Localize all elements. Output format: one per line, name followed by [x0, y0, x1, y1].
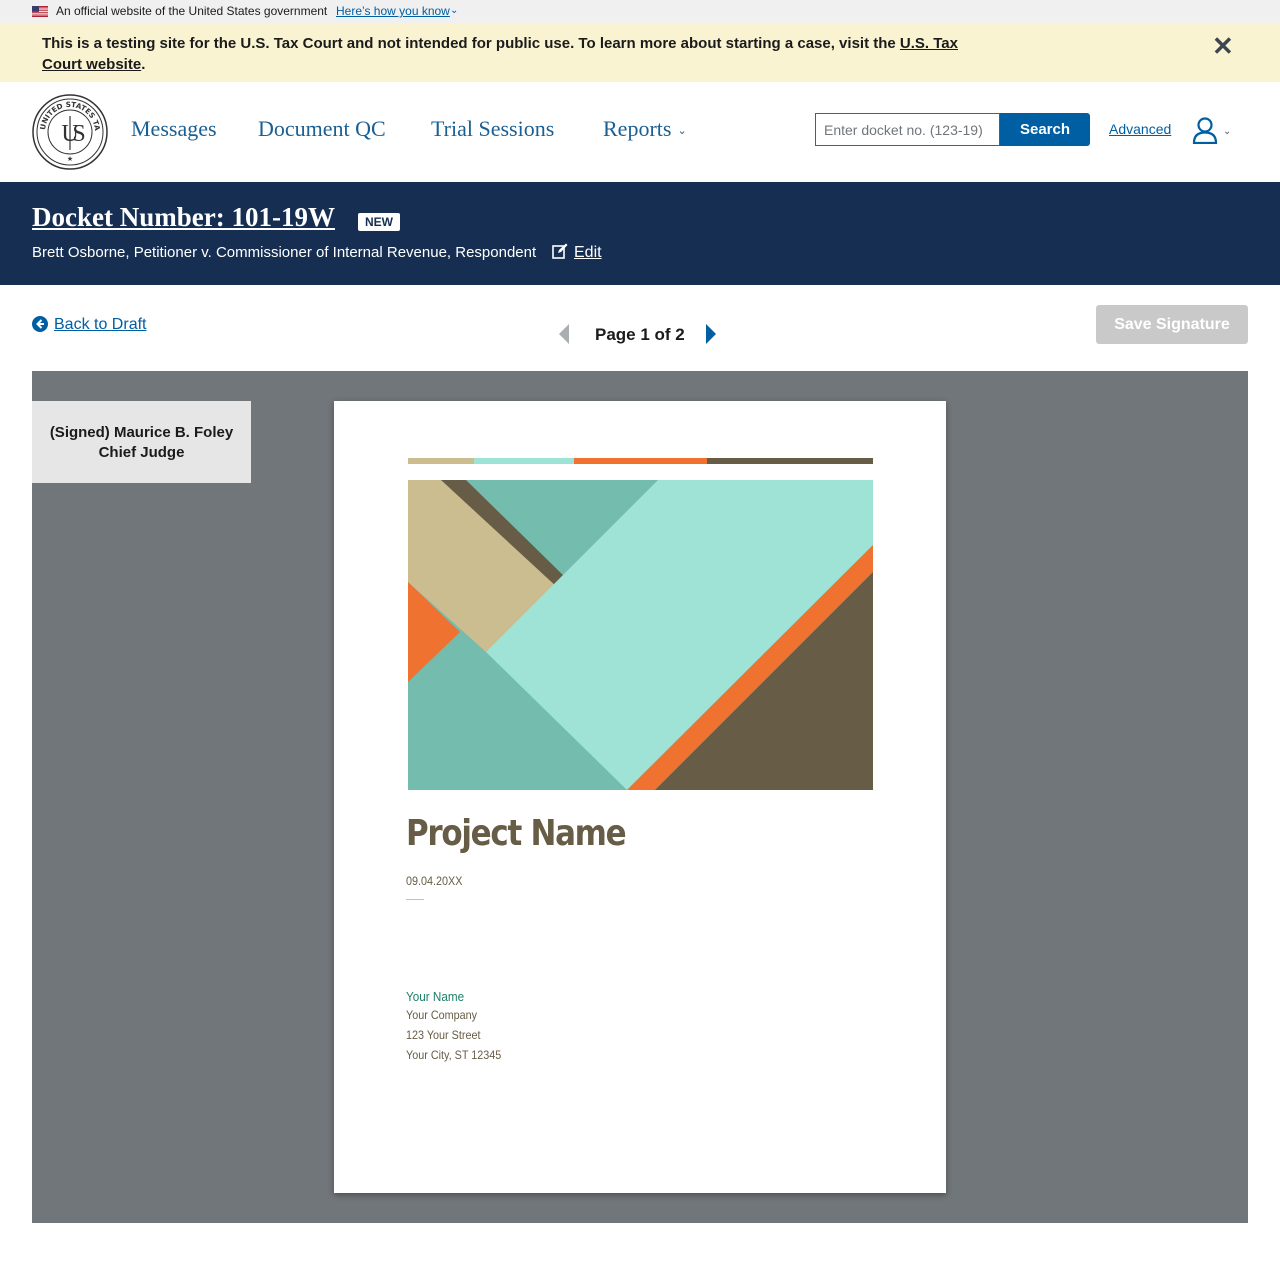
site-header: UNITED STATES TAX COURT U S ★ Messages D… [0, 82, 1280, 182]
back-to-draft-label: Back to Draft [54, 316, 147, 333]
color-bar-orange [574, 458, 707, 464]
next-page-icon[interactable] [704, 322, 718, 346]
chevron-down-icon[interactable]: ⌄ [450, 5, 458, 16]
advanced-search-link[interactable]: Advanced [1109, 121, 1171, 137]
user-account-icon[interactable] [1192, 117, 1218, 144]
test-site-alert: This is a testing site for the U.S. Tax … [0, 23, 1280, 82]
edit-label: Edit [574, 244, 602, 261]
docket-search-input[interactable] [815, 113, 1000, 146]
gov-banner-text: An official website of the United States… [56, 4, 328, 18]
alert-text: This is a testing site for the U.S. Tax … [42, 35, 900, 52]
arrow-left-circle-icon [32, 316, 48, 332]
svg-text:S: S [72, 121, 85, 147]
color-bar-tan [408, 458, 474, 464]
how-you-know-link[interactable]: Here’s how you know [336, 4, 450, 18]
document-date: 09.04.20XX [406, 874, 463, 888]
back-to-draft-link[interactable]: Back to Draft [32, 316, 146, 334]
cover-artwork-image [408, 480, 873, 790]
case-caption: Brett Osborne, Petitioner v. Commissione… [32, 244, 537, 261]
nav-document-qc[interactable]: Document QC [258, 116, 386, 142]
nav-messages[interactable]: Messages [131, 116, 217, 142]
alert-message: This is a testing site for the U.S. Tax … [42, 33, 1002, 75]
nav-reports[interactable]: Reports ⌄ [603, 116, 687, 142]
author-name: Your Name [406, 989, 465, 1004]
edit-caption-button[interactable]: Edit [552, 243, 602, 262]
signature-line: (Signed) Maurice B. Foley [49, 424, 234, 441]
signature-stamp[interactable]: (Signed) Maurice B. Foley Chief Judge [32, 401, 251, 483]
alert-suffix: . [141, 56, 146, 73]
edit-icon [552, 243, 568, 259]
svg-text:★: ★ [67, 155, 73, 163]
author-city: Your City, ST 12345 [406, 1048, 502, 1062]
case-info-banner: Docket Number: 101-19W NEW Brett Osborne… [0, 182, 1280, 285]
author-street: 123 Your Street [406, 1028, 481, 1042]
author-company: Your Company [406, 1008, 478, 1022]
gov-banner: An official website of the United States… [0, 0, 1280, 23]
document-title: Project Name [406, 813, 627, 854]
save-signature-button[interactable]: Save Signature [1096, 305, 1248, 344]
search-button[interactable]: Search [1000, 113, 1090, 146]
chevron-down-icon: ⌄ [677, 125, 687, 138]
nav-trial-sessions[interactable]: Trial Sessions [431, 116, 554, 142]
tax-court-seal-logo[interactable]: UNITED STATES TAX COURT U S ★ [32, 94, 108, 170]
close-icon[interactable]: ✕ [1212, 31, 1234, 62]
signature-title: Chief Judge [98, 444, 185, 461]
color-bar-brown [707, 458, 873, 464]
pdf-page[interactable]: Project Name 09.04.20XX Your Name Your C… [334, 401, 946, 1193]
docket-number-link[interactable]: Docket Number: 101-19W [32, 202, 335, 233]
divider [406, 899, 424, 900]
page-indicator: Page 1 of 2 [595, 325, 685, 344]
color-bar-mint [474, 458, 574, 464]
nav-reports-label: Reports [603, 116, 672, 141]
case-status-badge: NEW [358, 213, 400, 231]
us-flag-icon [32, 6, 48, 17]
user-menu-chevron-icon[interactable]: ⌄ [1223, 126, 1231, 137]
previous-page-icon[interactable] [557, 322, 571, 346]
